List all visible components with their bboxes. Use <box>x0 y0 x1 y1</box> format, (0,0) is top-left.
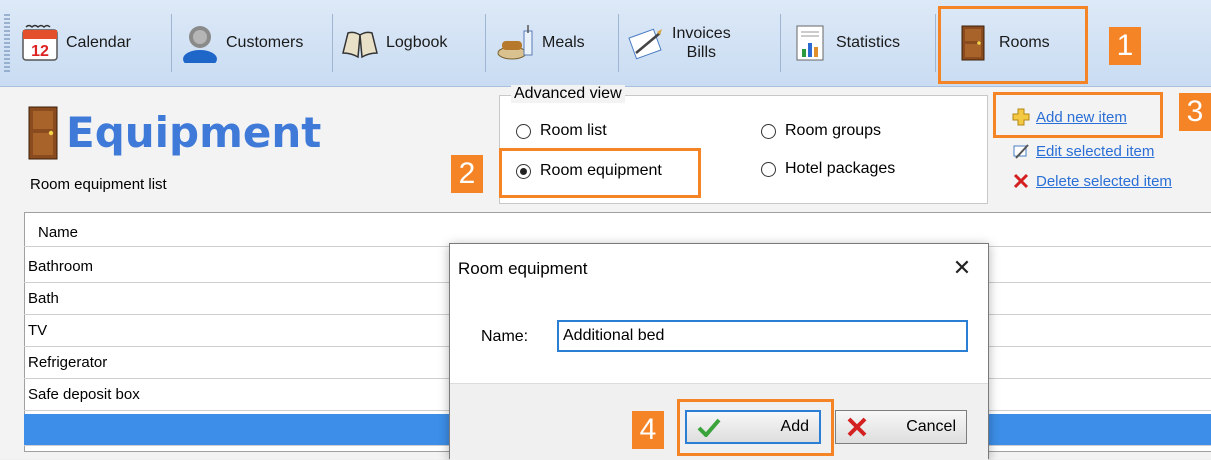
dialog-name-label: Name: <box>481 328 529 345</box>
edit-selected-item-label: Edit selected item <box>1036 142 1155 160</box>
dialog-close-icon[interactable]: ✕ <box>951 257 973 279</box>
cancel-x-icon <box>847 417 867 437</box>
page-title: Equipment <box>66 108 322 157</box>
advanced-view-legend: Advanced view <box>511 85 625 103</box>
rooms-highlight-frame <box>938 6 1088 84</box>
invoices-icon <box>628 28 662 60</box>
customers-icon <box>183 26 217 63</box>
toolbar-separator <box>935 14 936 72</box>
radio-hotel-packages[interactable]: Hotel packages <box>761 160 895 178</box>
dialog-title: Room equipment <box>458 259 588 278</box>
toolbar-calendar-label: Calendar <box>66 34 131 51</box>
toolbar-calendar-button[interactable]: 12 Calendar <box>20 14 131 72</box>
toolbar-customers-button[interactable]: Customers <box>180 14 303 72</box>
toolbar-grip[interactable] <box>4 14 10 72</box>
toolbar-separator <box>171 14 172 72</box>
delete-selected-item-label: Delete selected item <box>1036 172 1172 190</box>
toolbar-meals-label: Meals <box>542 34 585 51</box>
radio-room-groups-button[interactable] <box>761 123 776 139</box>
meals-icon <box>497 25 533 60</box>
step-marker-2: 2 <box>451 155 483 193</box>
toolbar-logbook-label: Logbook <box>386 34 448 51</box>
step-marker-1: 1 <box>1109 27 1141 65</box>
room-equipment-highlight-frame <box>499 148 701 198</box>
toolbar-invoices-label-line1: Invoices <box>672 25 731 42</box>
radio-room-list[interactable]: Room list <box>516 122 607 140</box>
toolbar-meals-button[interactable]: Meals <box>496 14 585 72</box>
page-subtitle: Room equipment list <box>30 176 167 193</box>
statistics-icon <box>796 25 824 61</box>
radio-room-list-button[interactable] <box>516 123 531 139</box>
toolbar-invoices-label-line2: Bills <box>686 44 717 61</box>
step-marker-3: 3 <box>1179 93 1211 131</box>
add-button-highlight-frame <box>677 399 834 456</box>
delete-selected-item-link[interactable]: Delete selected item <box>1012 172 1172 190</box>
radio-room-groups-label: Room groups <box>785 122 882 139</box>
radio-hotel-packages-button[interactable] <box>761 161 776 177</box>
radio-hotel-packages-label: Hotel packages <box>785 160 896 177</box>
toolbar-statistics-button[interactable]: Statistics <box>790 14 900 72</box>
radio-room-groups[interactable]: Room groups <box>761 122 881 140</box>
dialog-name-input[interactable]: Additional bed <box>557 320 968 352</box>
equipment-door-icon <box>28 106 58 160</box>
edit-selected-item-link[interactable]: Edit selected item <box>1012 142 1154 160</box>
toolbar-separator <box>780 14 781 72</box>
step-marker-4: 4 <box>632 411 664 449</box>
logbook-icon <box>342 31 378 59</box>
toolbar-customers-label: Customers <box>226 34 304 51</box>
dialog-cancel-button[interactable]: Cancel <box>835 410 967 444</box>
delete-x-icon <box>1013 173 1029 189</box>
edit-pencil-icon <box>1013 144 1029 159</box>
dialog-cancel-label: Cancel <box>906 418 956 435</box>
toolbar-separator <box>618 14 619 72</box>
toolbar-logbook-button[interactable]: Logbook <box>340 14 447 72</box>
toolbar-separator <box>332 14 333 72</box>
calendar-icon: 12 <box>22 24 58 61</box>
radio-room-list-label: Room list <box>540 122 607 139</box>
toolbar-statistics-label: Statistics <box>836 34 901 51</box>
calendar-badge: 12 <box>31 43 49 60</box>
add-new-item-highlight-frame <box>993 92 1163 138</box>
toolbar-invoices-button[interactable]: Invoices Bills <box>626 14 731 72</box>
toolbar-separator <box>485 14 486 72</box>
toolbar-invoices-label: Invoices Bills <box>672 24 731 62</box>
